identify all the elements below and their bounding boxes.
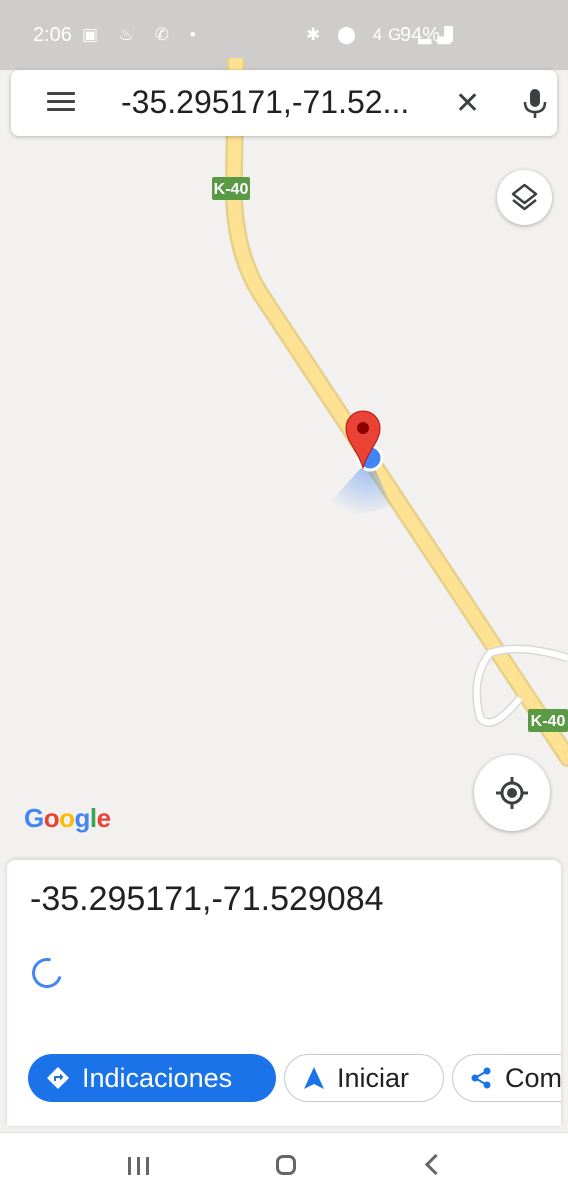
home-icon[interactable] bbox=[276, 1155, 296, 1175]
logo-letter: g bbox=[74, 803, 91, 833]
layers-button[interactable] bbox=[497, 170, 552, 225]
battery-icon bbox=[444, 26, 454, 42]
search-bar[interactable]: -35.295171,-71.52... ✕ bbox=[11, 70, 557, 136]
directions-button[interactable]: Indicaciones bbox=[28, 1054, 276, 1102]
share-button[interactable]: Com bbox=[452, 1054, 561, 1102]
road-label-bottom: K-40 bbox=[528, 709, 568, 732]
place-title: -35.295171,-71.529084 bbox=[30, 880, 384, 918]
crosshair-icon bbox=[496, 777, 528, 809]
back-icon[interactable] bbox=[424, 1153, 447, 1176]
logo-letter: G bbox=[24, 803, 44, 833]
system-nav-bar bbox=[0, 1132, 568, 1201]
battery-indicator: 94% bbox=[400, 24, 454, 47]
road-label-top-text: K-40 bbox=[214, 181, 249, 198]
menu-icon[interactable] bbox=[47, 92, 75, 114]
loading-spinner bbox=[26, 952, 68, 994]
search-input[interactable]: -35.295171,-71.52... bbox=[121, 84, 431, 121]
battery-percent: 94% bbox=[400, 24, 441, 46]
directions-icon bbox=[47, 1067, 69, 1089]
directions-label: Indicaciones bbox=[82, 1062, 233, 1093]
start-button[interactable]: Iniciar bbox=[284, 1054, 444, 1102]
logo-letter: l bbox=[89, 803, 97, 833]
start-label: Iniciar bbox=[337, 1062, 410, 1093]
logo-letter: e bbox=[96, 803, 111, 833]
navigation-arrow-icon bbox=[304, 1067, 324, 1089]
logo-letter: o bbox=[43, 803, 60, 833]
road-label-bottom-text: K-40 bbox=[531, 713, 566, 730]
microphone-icon[interactable] bbox=[521, 88, 549, 120]
share-label: Com bbox=[505, 1062, 561, 1093]
share-icon bbox=[471, 1067, 491, 1089]
place-card[interactable]: -35.295171,-71.529084 Indicaciones Inici… bbox=[7, 860, 561, 1126]
status-time: 2:06 bbox=[33, 24, 72, 46]
layers-icon bbox=[511, 183, 538, 211]
recents-icon[interactable] bbox=[128, 1157, 150, 1175]
my-location-button[interactable] bbox=[474, 755, 550, 831]
google-logo: Google bbox=[24, 803, 111, 834]
clear-icon[interactable]: ✕ bbox=[455, 86, 480, 121]
logo-letter: o bbox=[59, 803, 75, 833]
road-label-top: K-40 bbox=[212, 177, 250, 200]
status-left-icons: ▣ ♨ ✆ • bbox=[82, 25, 204, 44]
